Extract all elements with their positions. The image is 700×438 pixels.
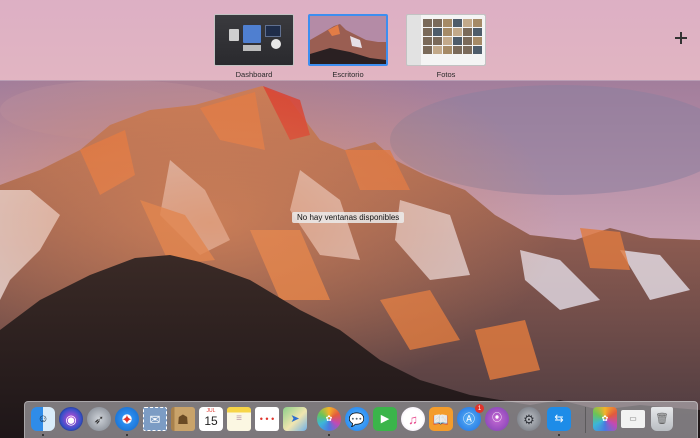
dock-item-notes[interactable]: ≡ [227, 407, 251, 431]
spaces-bar: Dashboard Escritorio Fotos [0, 0, 700, 80]
document-icon: ▭ [629, 414, 637, 423]
photos-folder-icon: ✿ [601, 414, 609, 423]
dock-item-maps[interactable]: ➤ [283, 407, 307, 431]
space-label-fotos: Fotos [436, 70, 456, 79]
widget-calendar-icon [265, 25, 281, 37]
photo-grid-thumb [423, 19, 483, 54]
dock-separator [585, 407, 586, 433]
dock-item-mail[interactable]: ✉ [143, 407, 167, 431]
escritorio-wallpaper-thumb [310, 16, 386, 64]
notes-icon: ≡ [236, 413, 242, 424]
dock-item-reminders[interactable]: • • • [255, 407, 279, 431]
dock: ☺ ◉ ➶ ✦ ✉ ☗ JUL 15 ≡ • • • ➤ ✿ 💬 ▶ ♫ 📖 Ⓐ… [24, 401, 698, 438]
space-dashboard[interactable]: Dashboard [214, 14, 294, 79]
space-thumbnail-escritorio[interactable] [308, 14, 388, 66]
dock-item-teamviewer[interactable]: ⇆ [547, 407, 571, 431]
purple-app-icon: ⦿ [492, 413, 502, 424]
teamviewer-icon: ⇆ [554, 412, 564, 425]
space-escritorio[interactable]: Escritorio [308, 14, 388, 79]
mail-stamp-icon: ✉ [149, 411, 161, 427]
dock-item-photos-folder[interactable]: ✿ [593, 407, 617, 431]
widget-clock-icon [271, 39, 281, 49]
dock-item-siri[interactable]: ◉ [59, 407, 83, 431]
dock-item-ibooks[interactable]: 📖 [429, 407, 453, 431]
facetime-icon: ▶ [380, 412, 390, 425]
gear-icon: ⚙ [523, 411, 535, 427]
photos-icon: ✿ [325, 414, 333, 423]
running-indicator [126, 434, 128, 436]
notification-badge: 1 [475, 404, 484, 413]
finder-icon: ☺ [37, 412, 49, 425]
dock-item-app-store[interactable]: Ⓐ 1 [457, 404, 484, 431]
contacts-icon: ☗ [177, 411, 189, 427]
no-windows-tooltip: No hay ventanas disponibles [292, 212, 405, 223]
dock-item-finder[interactable]: ☺ [31, 407, 55, 431]
dock-item-photos[interactable]: ✿ [317, 407, 341, 431]
running-indicator [42, 434, 44, 436]
messages-icon: 💬 [348, 411, 366, 427]
dock-item-facetime[interactable]: ▶ [373, 407, 397, 431]
running-indicator [558, 434, 560, 436]
widget-calculator-icon [229, 29, 239, 41]
add-space-button[interactable] [673, 30, 689, 46]
widget-stickies-icon [243, 45, 261, 51]
siri-icon: ◉ [65, 411, 77, 427]
dock-item-extra-app[interactable]: ⦿ [485, 407, 509, 431]
reminders-icon: • • • [259, 413, 275, 424]
dock-item-contacts[interactable]: ☗ [171, 407, 195, 431]
space-label-escritorio: Escritorio [332, 70, 364, 79]
trash-icon: 🗑 [655, 412, 669, 425]
widget-weather-icon [243, 25, 261, 43]
dock-item-trash[interactable]: 🗑 [651, 407, 673, 431]
dock-item-launchpad[interactable]: ➶ [87, 407, 111, 431]
calendar-date: 15 [204, 414, 218, 428]
space-thumbnail-fotos[interactable] [406, 14, 486, 66]
dock-item-calendar[interactable]: JUL 15 [199, 407, 223, 431]
space-fotos[interactable]: Fotos [406, 14, 486, 79]
dock-item-safari[interactable]: ✦ [115, 407, 139, 431]
launchpad-icon: ➶ [93, 411, 105, 427]
space-thumbnail-dashboard[interactable] [214, 14, 294, 66]
dock-item-messages[interactable]: 💬 [345, 407, 369, 431]
maps-icon: ➤ [290, 412, 300, 425]
dock-item-system-preferences[interactable]: ⚙ [517, 407, 541, 431]
running-indicator [328, 434, 330, 436]
dock-item-itunes[interactable]: ♫ [401, 407, 425, 431]
space-label-dashboard: Dashboard [235, 70, 273, 79]
ibooks-icon: 📖 [432, 411, 450, 427]
safari-icon: ✦ [121, 411, 133, 427]
dock-item-document[interactable]: ▭ [621, 410, 645, 428]
itunes-icon: ♫ [408, 411, 418, 427]
